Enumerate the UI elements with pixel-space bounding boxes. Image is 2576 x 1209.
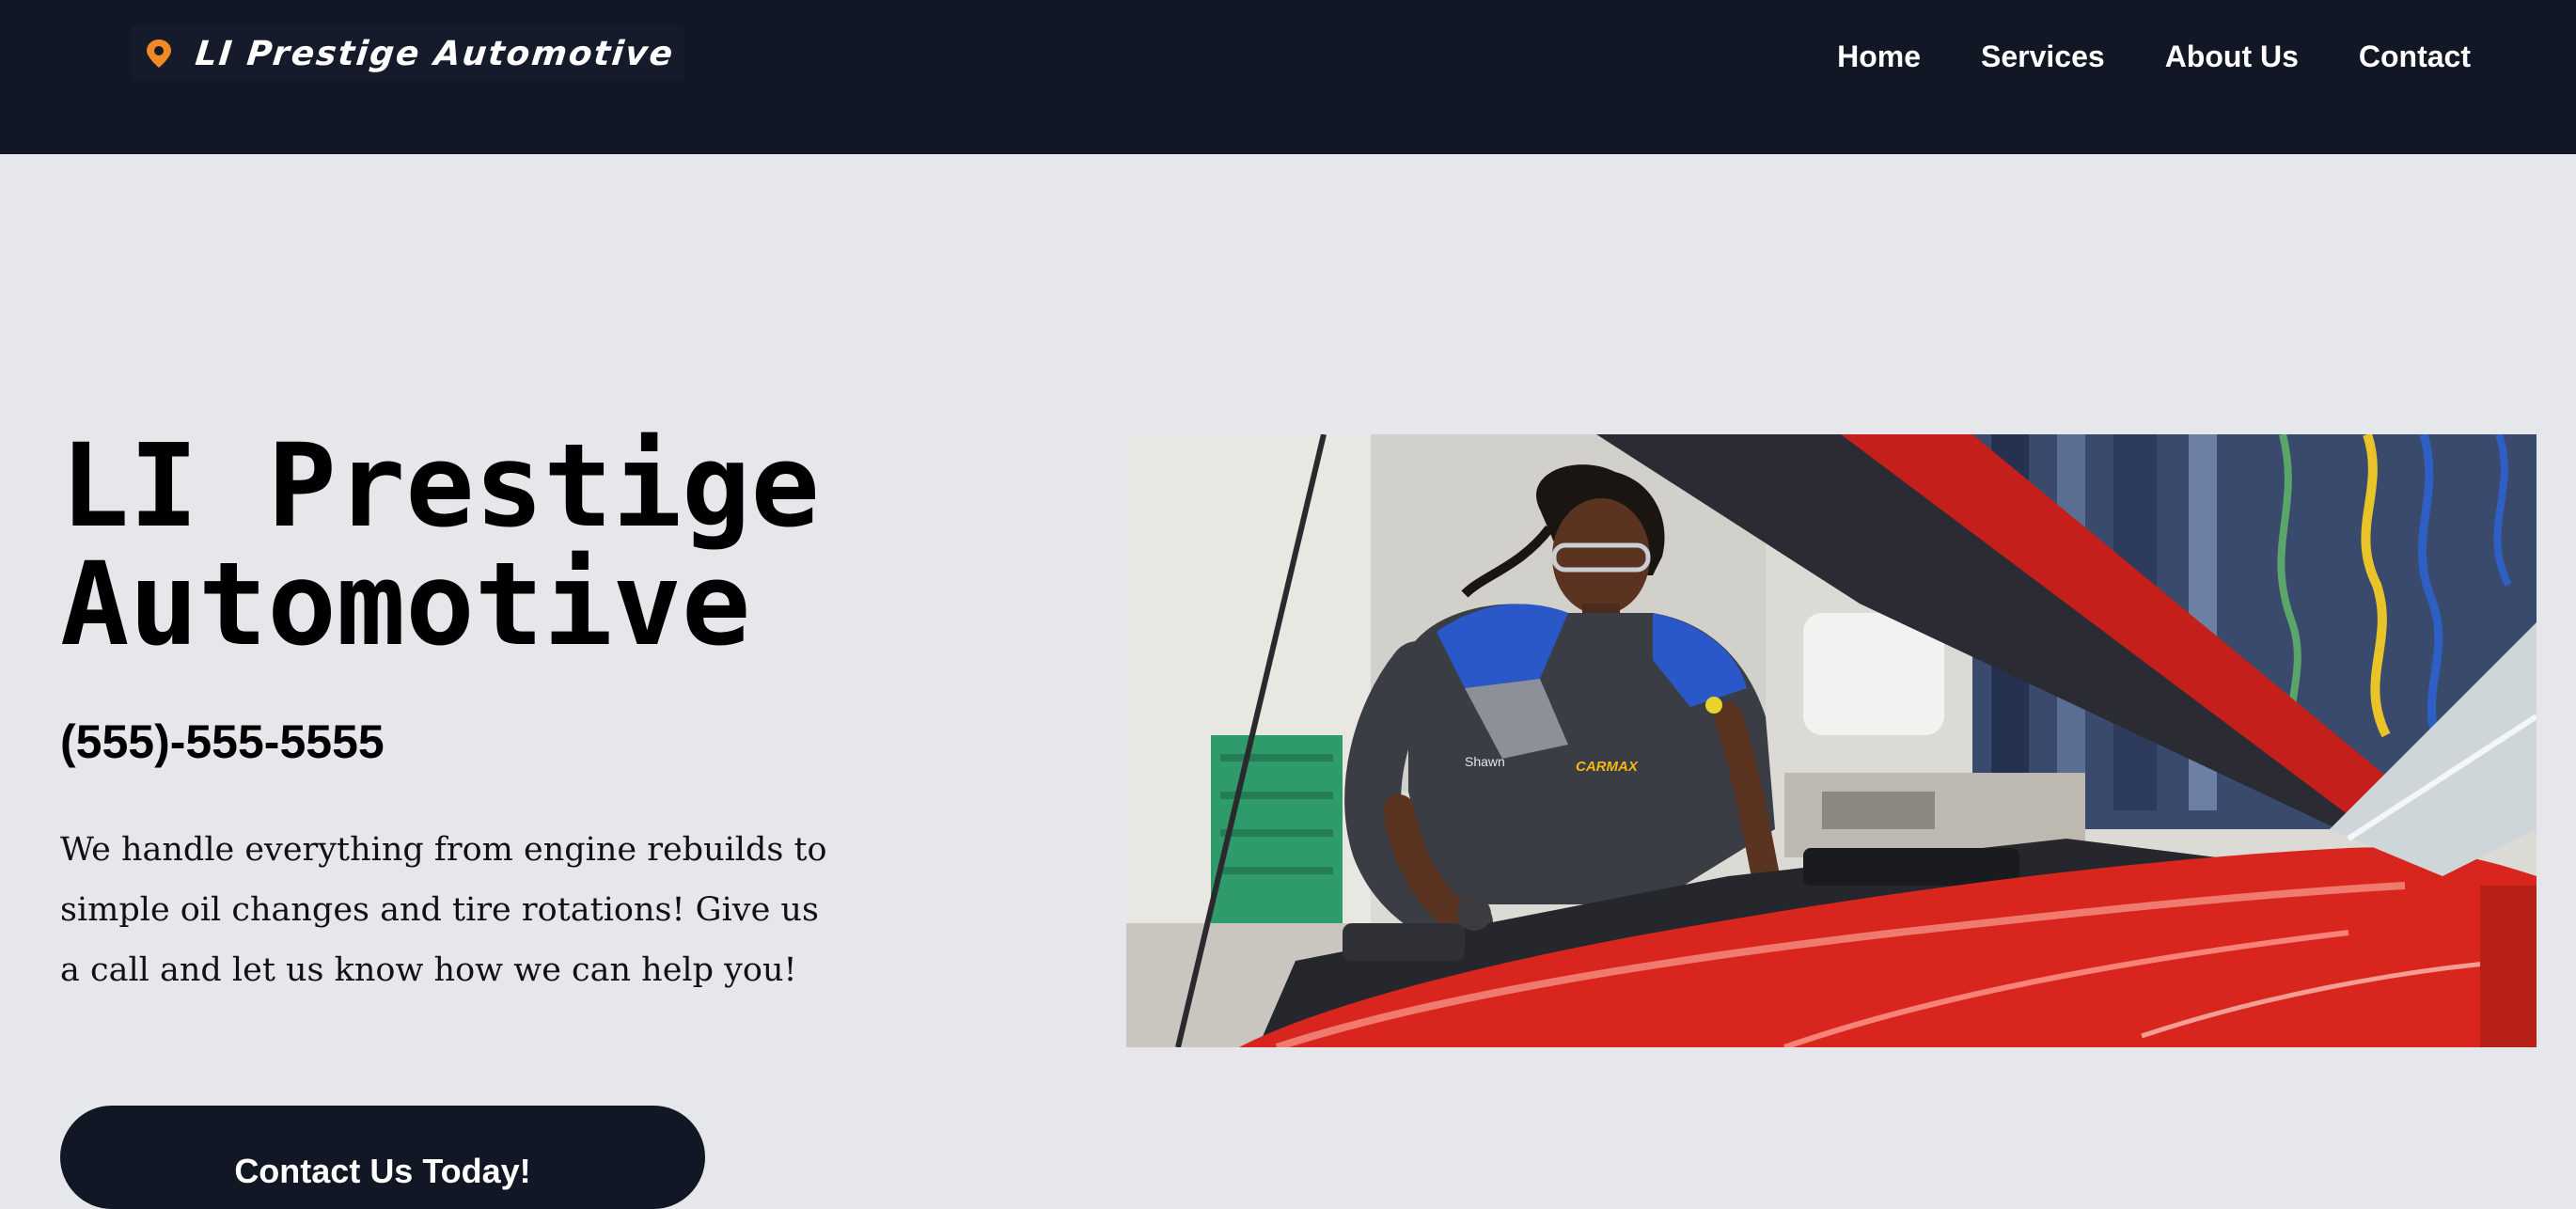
hero-title-line-1: LI Prestige [60,419,820,553]
shirt-logo-text: CARMAX [1576,759,1639,775]
phone-number: (555)-555-5555 [60,715,385,768]
main-nav: Home Services About Us Contact [1837,28,2471,85]
nav-link-contact[interactable]: Contact [2359,39,2471,74]
hero-description: We handle everything from engine rebuild… [60,831,827,989]
name-tag-text: Shawn [1465,754,1505,769]
nav-link-about-us[interactable]: About Us [2165,39,2299,74]
mechanic-illustration: Shawn CARMAX [1126,434,2537,1047]
nav-link-services[interactable]: Services [1981,39,2105,74]
nav-link-home[interactable]: Home [1837,39,1921,74]
hero-title: LI Prestige Automotive [60,427,906,664]
location-pin-icon [147,39,171,68]
contact-us-button[interactable]: Contact Us Today! [60,1106,705,1209]
brand-name: LI Prestige Automotive [193,34,677,73]
top-navbar: LI Prestige Automotive Home Services Abo… [0,0,2576,154]
brand-logo[interactable]: LI Prestige Automotive [132,26,684,81]
mechanic-photo: Shawn CARMAX [1126,434,2537,1047]
hero-title-line-2: Automotive [60,538,751,671]
